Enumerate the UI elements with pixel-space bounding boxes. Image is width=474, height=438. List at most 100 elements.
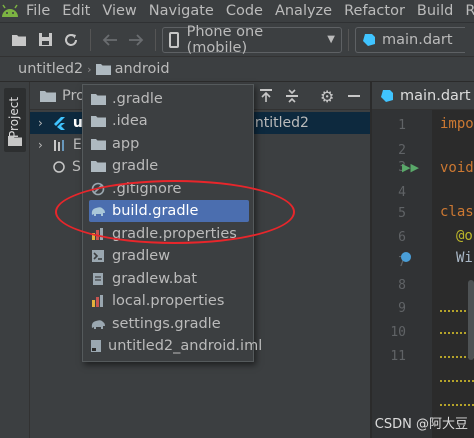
device-label: Phone one (mobile) (186, 23, 264, 56)
forward-arrow-icon[interactable] (123, 27, 149, 53)
run-config-selector[interactable]: main.dart (355, 26, 465, 53)
line-number: 3 (398, 160, 406, 175)
device-selector[interactable]: Phone one (mobile) ▼ (162, 23, 342, 56)
popup-item-iml[interactable]: untitled2_android.iml (89, 335, 262, 357)
popup-item-local-properties[interactable]: local.properties (89, 290, 249, 312)
flutter-icon (53, 116, 67, 130)
dart-file-icon (380, 89, 394, 103)
code-line: void (440, 160, 474, 176)
breadcrumb-project[interactable]: untitled2 (18, 61, 83, 77)
script-icon (89, 247, 107, 265)
library-bars-icon (53, 138, 67, 152)
open-folder-icon[interactable] (6, 27, 32, 53)
sync-icon[interactable] (58, 27, 84, 53)
override-gutter-icon[interactable] (401, 252, 411, 262)
menu-view[interactable]: View (96, 3, 142, 19)
line-number: 11 (390, 349, 406, 364)
run-gutter-icon[interactable]: ▶▶ (402, 161, 419, 174)
popup-item-gradlew[interactable]: gradlew (89, 245, 249, 267)
code-line: clas (440, 204, 474, 220)
menu-code[interactable]: Code (220, 3, 269, 19)
folder-icon (89, 90, 107, 108)
menu-bar: File Edit View Navigate Code Analyze Ref… (0, 0, 474, 22)
line-number: 4 (398, 185, 406, 200)
chevron-right-icon[interactable]: › (38, 138, 43, 152)
tree-row-external-libs[interactable]: › E (30, 134, 82, 156)
popup-item-label: .idea (112, 113, 148, 129)
bat-file-icon (89, 270, 107, 288)
tool-window-stripe: Project (0, 82, 30, 438)
run-config-label: main.dart (382, 31, 453, 48)
line-number: 6 (398, 230, 406, 245)
popup-item-gradle-dir[interactable]: .gradle (89, 88, 249, 110)
minimize-icon[interactable] (348, 95, 360, 97)
popup-item-gradlew-bat[interactable]: gradlew.bat (89, 268, 249, 290)
phone-icon (169, 31, 179, 48)
popup-item-label: local.properties (112, 293, 225, 309)
folder-icon (89, 112, 107, 130)
project-tab-label: Project (7, 96, 21, 138)
dart-file-icon (362, 33, 376, 47)
chevron-right-icon: › (87, 62, 92, 76)
popup-item-label: untitled2_android.iml (108, 338, 263, 354)
popup-item-label: gradle (112, 158, 159, 174)
editor-tab-bar: main.dart (372, 82, 474, 110)
structure-folder-icon[interactable] (8, 134, 22, 150)
menu-refactor[interactable]: Refactor (338, 3, 411, 19)
watermark: CSDN @阿大豆 (374, 417, 468, 432)
breadcrumb: untitled2 › android (0, 56, 474, 82)
editor-scrollbar[interactable] (468, 280, 474, 360)
menu-file[interactable]: File (20, 3, 56, 19)
properties-icon (89, 292, 107, 310)
line-number: 9 (398, 301, 406, 316)
popup-item-idea[interactable]: .idea (89, 110, 249, 132)
back-arrow-icon[interactable] (97, 27, 123, 53)
line-number: 1 (398, 118, 406, 133)
toolbar-separator (348, 28, 349, 51)
red-highlight-circle (55, 180, 295, 244)
collapse-all-icon[interactable] (258, 88, 274, 104)
gradle-elephant-icon (89, 315, 107, 333)
tree-row-label: E (72, 137, 82, 153)
popup-item-app[interactable]: app (89, 133, 249, 155)
line-number: 5 (398, 206, 406, 221)
menu-run[interactable]: Run (459, 3, 474, 19)
android-studio-logo-icon (0, 0, 20, 22)
folder-icon (89, 157, 107, 175)
popup-item-label: app (112, 136, 140, 152)
iml-file-icon (89, 337, 103, 355)
editor-gutter: 1 2 3 ▶▶ 4 5 6 7 8 9 10 11 (372, 110, 432, 438)
menu-edit[interactable]: Edit (56, 3, 96, 19)
chevron-right-icon[interactable]: › (38, 116, 43, 130)
code-line: Wi (456, 250, 473, 266)
menu-build[interactable]: Build (411, 3, 459, 19)
scratch-icon (52, 160, 66, 174)
line-number: 10 (390, 325, 406, 340)
toolbar-separator (155, 28, 156, 51)
popup-item-label: gradlew (112, 248, 171, 264)
save-icon[interactable] (32, 27, 58, 53)
menu-navigate[interactable]: Navigate (143, 3, 220, 19)
popup-item-settings-gradle[interactable]: settings.gradle (89, 313, 249, 335)
popup-item-label: .gradle (112, 91, 163, 107)
tab-main-dart[interactable]: main.dart (400, 88, 471, 104)
tree-row-scratches[interactable]: S (30, 156, 81, 178)
code-line: impo (440, 116, 474, 132)
code-editor[interactable]: impo void clas @o Wi (432, 110, 474, 438)
line-number: 8 (398, 278, 406, 293)
code-underline (440, 380, 474, 382)
breadcrumb-folder[interactable]: android (115, 61, 170, 77)
chevron-down-icon: ▼ (327, 34, 335, 45)
tree-row-path: untitled2 (246, 115, 309, 131)
folder-icon (89, 135, 107, 153)
folder-icon (40, 90, 56, 102)
popup-item-gradle-folder[interactable]: gradle (89, 155, 249, 177)
folder-icon (95, 63, 111, 75)
menu-analyze[interactable]: Analyze (269, 3, 338, 19)
settings-gear-icon[interactable]: ⚙ (320, 87, 334, 106)
popup-item-label: settings.gradle (112, 316, 221, 332)
main-toolbar: Phone one (mobile) ▼ main.dart (0, 22, 474, 56)
expand-all-icon[interactable] (284, 88, 300, 104)
code-underline (440, 404, 474, 406)
toolbar-separator (90, 28, 91, 51)
